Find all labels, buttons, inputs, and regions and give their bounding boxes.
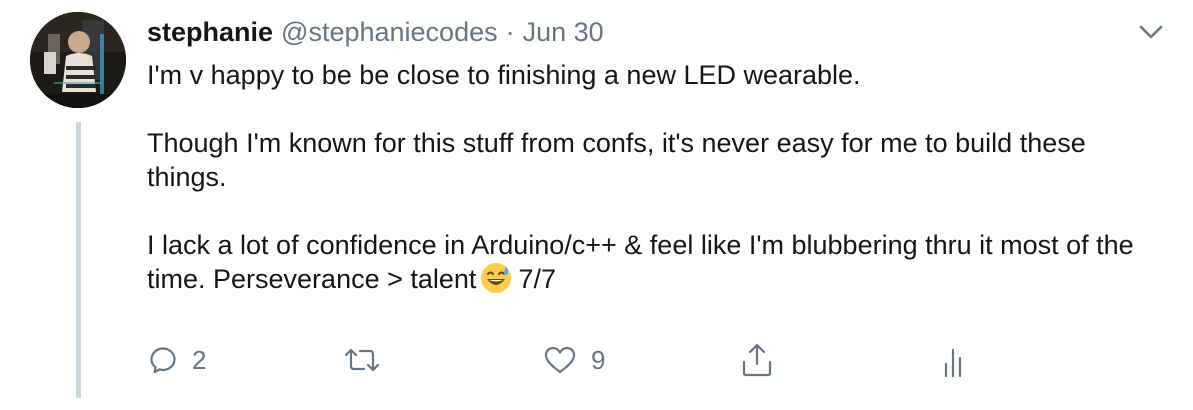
header-separator: · xyxy=(505,17,515,47)
tweet[interactable]: stephanie @stephaniecodes · Jun 30 I'm v… xyxy=(0,0,1193,410)
grinning-face-with-sweat-emoji xyxy=(480,262,512,294)
tweet-header: stephanie @stephaniecodes · Jun 30 xyxy=(147,14,604,50)
author-name[interactable]: stephanie xyxy=(147,14,273,50)
share-button[interactable] xyxy=(740,340,774,380)
reply-button[interactable]: 2 xyxy=(148,340,206,380)
more-options-chevron-down-icon[interactable] xyxy=(1138,22,1164,42)
tweet-date[interactable]: Jun 30 xyxy=(523,14,604,50)
avatar-photo xyxy=(30,12,126,108)
author-handle[interactable]: @stephaniecodes xyxy=(281,14,498,50)
analytics-button[interactable] xyxy=(940,340,970,380)
reply-icon xyxy=(150,347,176,374)
heart-icon xyxy=(544,346,576,374)
tweet-paragraph-last: I lack a lot of confidence in Arduino/c+… xyxy=(147,228,1167,296)
tweet-paragraph: I'm v happy to be be close to finishing … xyxy=(147,60,861,90)
tweet-text: I'm v happy to be be close to finishing … xyxy=(147,58,1167,296)
avatar[interactable] xyxy=(30,12,126,108)
reply-count: 2 xyxy=(192,344,207,375)
tweet-paragraph-text: I lack a lot of confidence in Arduino/c+… xyxy=(147,230,1134,294)
retweet-icon xyxy=(344,348,380,372)
share-icon xyxy=(742,343,772,377)
like-count: 9 xyxy=(591,344,606,375)
tweet-actions: 2 9 xyxy=(0,340,1193,380)
retweet-button[interactable] xyxy=(342,340,396,380)
analytics-icon xyxy=(944,348,962,378)
tweet-paragraph: Though I'm known for this stuff from con… xyxy=(147,128,1086,192)
thread-position: 7/7 xyxy=(518,264,556,294)
like-button[interactable]: 9 xyxy=(543,340,605,380)
